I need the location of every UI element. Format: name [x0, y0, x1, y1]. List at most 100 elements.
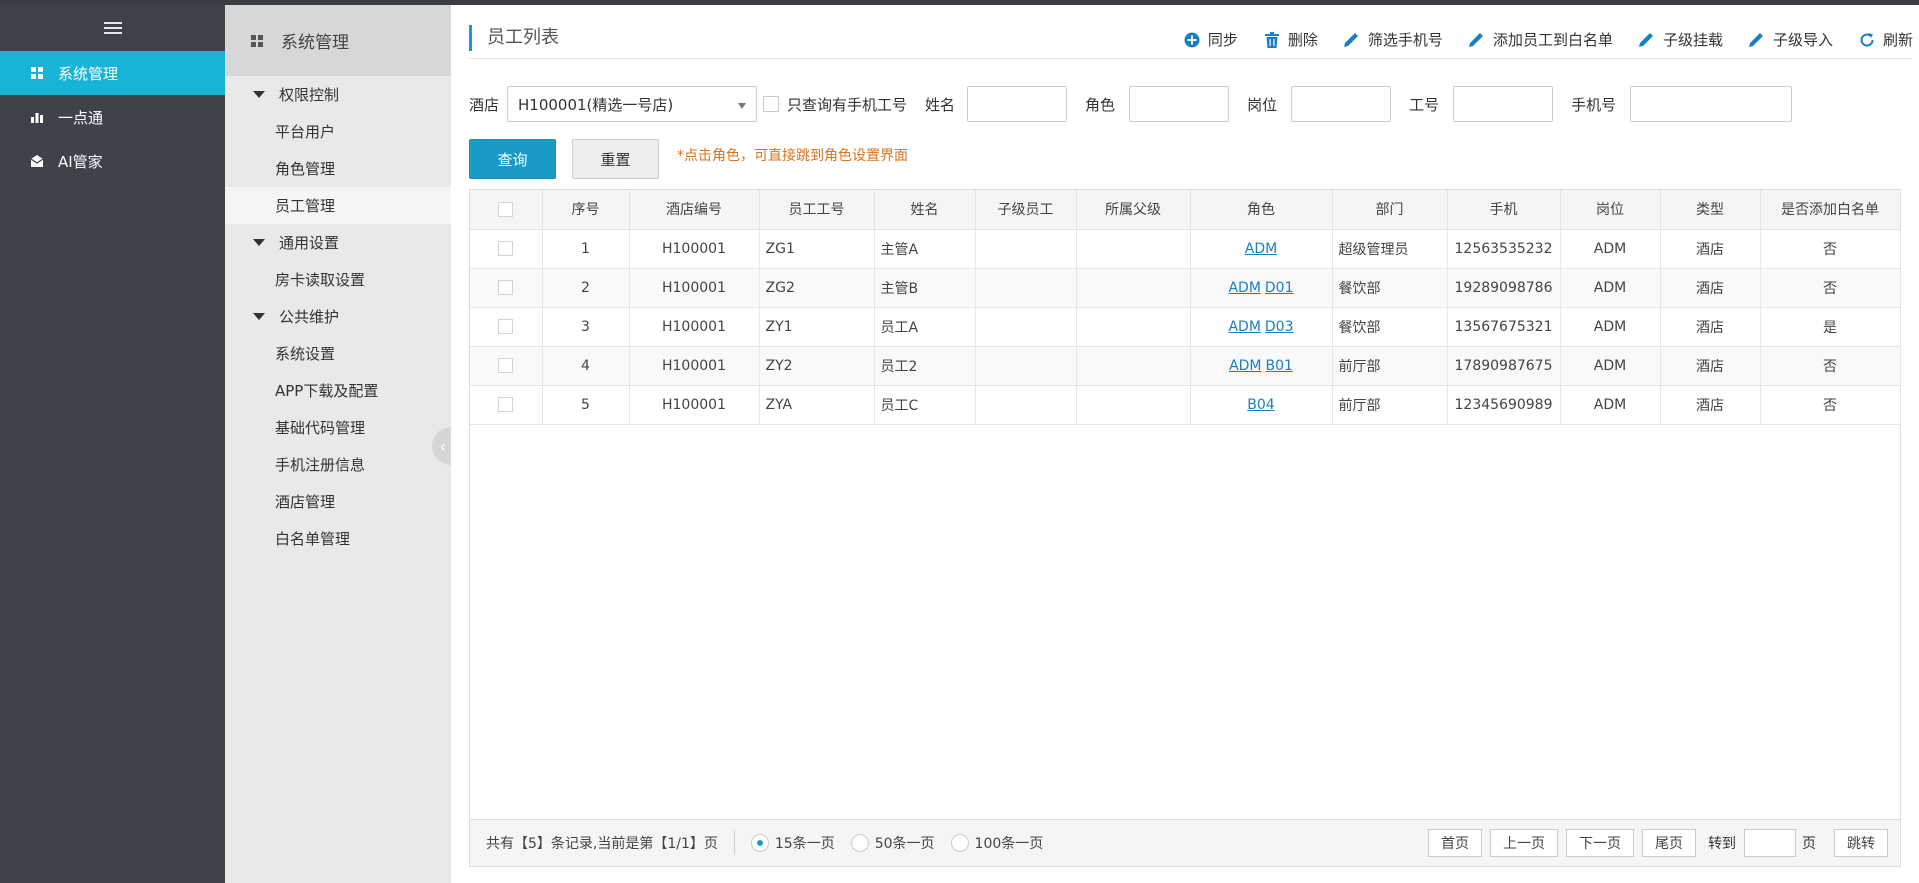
menu-toggle-button[interactable]	[0, 5, 225, 51]
grid-icon	[30, 66, 44, 80]
role-link[interactable]: B04	[1247, 397, 1274, 413]
sidebar-item-platform-users[interactable]: 平台用户	[225, 113, 451, 150]
group-general-settings[interactable]: 通用设置	[225, 224, 451, 261]
next-page-button[interactable]: 下一页	[1566, 829, 1634, 857]
column-header[interactable]: 手机	[1447, 190, 1561, 230]
cell-phone: 12345690989	[1447, 385, 1561, 425]
cell-phone: 12563535232	[1447, 229, 1561, 269]
group-permission[interactable]: 权限控制	[225, 76, 451, 113]
phone-label: 手机号	[1571, 95, 1617, 114]
sidebar-item-phone-registration[interactable]: 手机注册信息	[225, 446, 451, 483]
delete-button[interactable]: 删除	[1264, 29, 1318, 50]
hotel-select[interactable]: H100001(精选一号店)	[507, 86, 758, 122]
group-public-maintenance[interactable]: 公共维护	[225, 298, 451, 335]
sidebar-item-whitelist-management[interactable]: 白名单管理	[225, 520, 451, 557]
refresh-button[interactable]: 刷新	[1859, 29, 1913, 50]
add-to-whitelist-button[interactable]: 添加员工到白名单	[1469, 29, 1613, 50]
column-header[interactable]: 类型	[1660, 190, 1761, 230]
cell-dept: 超级管理员	[1332, 229, 1448, 269]
role-link[interactable]: ADM	[1228, 319, 1260, 335]
cell-dept: 餐饮部	[1332, 268, 1448, 308]
column-header[interactable]: 子级员工	[975, 190, 1077, 230]
row-select-cell	[470, 346, 543, 386]
column-header[interactable]: 岗位	[1560, 190, 1661, 230]
column-header[interactable]: 姓名	[874, 190, 976, 230]
role-link[interactable]: ADM	[1245, 241, 1277, 257]
cell-name: 员工C	[874, 385, 976, 425]
cell-type: 酒店	[1660, 307, 1761, 347]
page-size-label: 100条一页	[974, 836, 1044, 852]
empno-input[interactable]	[1453, 86, 1554, 122]
table-row[interactable]: 1 H100001 ZG1 主管A ADM 超级管理员 12563535232 …	[470, 229, 1901, 269]
role-link[interactable]: ADM	[1228, 280, 1260, 296]
row-checkbox[interactable]	[498, 319, 514, 334]
cell-type: 酒店	[1660, 229, 1761, 269]
column-header[interactable]: 部门	[1332, 190, 1448, 230]
sidebar-item-role-management[interactable]: 角色管理	[225, 150, 451, 187]
nav-item-yidiantong[interactable]: 一点通	[0, 95, 225, 139]
table-row[interactable]: 2 H100001 ZG2 主管B ADM D01 餐饮部 19289098786…	[470, 268, 1901, 308]
last-page-button[interactable]: 尾页	[1642, 829, 1696, 857]
cell-name: 主管A	[874, 229, 976, 269]
page-size-label: 15条一页	[774, 836, 835, 852]
role-link[interactable]: B01	[1266, 358, 1293, 374]
row-checkbox[interactable]	[498, 397, 514, 412]
cell-hotel: H100001	[629, 346, 760, 386]
name-input[interactable]	[967, 86, 1068, 122]
sidebar-item-roomcard-settings[interactable]: 房卡读取设置	[225, 261, 451, 298]
cell-parent	[1076, 346, 1191, 386]
sync-button[interactable]: 同步	[1184, 29, 1238, 50]
first-page-button[interactable]: 首页	[1428, 829, 1482, 857]
plus-circle-icon	[1184, 32, 1200, 48]
sidebar-item-base-codes[interactable]: 基础代码管理	[225, 409, 451, 446]
page-size-50-radio[interactable]: 50条一页	[850, 833, 935, 853]
role-link[interactable]: D03	[1265, 319, 1294, 335]
page-size-15-radio[interactable]: 15条一页	[750, 833, 835, 853]
role-link[interactable]: D01	[1265, 280, 1294, 296]
staff-table: 序号 酒店编号 员工工号 姓名 子级员工 所属父级 角色 部门 手机 岗位 类型…	[469, 189, 1901, 867]
table-row[interactable]: 4 H100001 ZY2 员工2 ADM B01 前厅部 17890987675…	[470, 346, 1901, 386]
page-size-100-radio[interactable]: 100条一页	[950, 833, 1044, 853]
column-header[interactable]: 序号	[542, 190, 630, 230]
only-phone-checkbox[interactable]	[763, 96, 780, 112]
row-checkbox[interactable]	[498, 241, 514, 256]
table-row[interactable]: 3 H100001 ZY1 员工A ADM D03 餐饮部 13567675321…	[470, 307, 1901, 347]
row-checkbox[interactable]	[498, 358, 514, 373]
reset-button[interactable]: 重置	[572, 139, 659, 179]
child-import-button[interactable]: 子级导入	[1749, 29, 1833, 50]
nav-item-system[interactable]: 系统管理	[0, 51, 225, 95]
role-link[interactable]: ADM	[1229, 358, 1261, 374]
radio-icon	[850, 834, 869, 852]
column-header[interactable]: 员工工号	[759, 190, 875, 230]
column-header[interactable]: 酒店编号	[629, 190, 760, 230]
column-header[interactable]: 是否添加白名单	[1760, 190, 1901, 230]
query-button[interactable]: 查询	[469, 139, 556, 179]
nav-item-ai-butler[interactable]: AI管家	[0, 139, 225, 183]
sidebar-item-system-settings[interactable]: 系统设置	[225, 335, 451, 372]
cell-post: ADM	[1560, 229, 1661, 269]
filter-phone-button[interactable]: 筛选手机号	[1344, 29, 1443, 50]
column-header[interactable]: 角色	[1190, 190, 1333, 230]
cell-no: 3	[542, 307, 630, 347]
column-header[interactable]: 所属父级	[1076, 190, 1191, 230]
main-content: 员工列表 同步 删除 筛选手机号 添加员工到白名单 子级挂载 子级导入 刷新 酒…	[451, 5, 1919, 883]
sidebar-item-hotel-management[interactable]: 酒店管理	[225, 483, 451, 520]
cell-whitelist: 是	[1760, 307, 1901, 347]
select-all-checkbox[interactable]	[498, 201, 514, 217]
child-mount-button[interactable]: 子级挂载	[1639, 29, 1723, 50]
table-row[interactable]: 5 H100001 ZYA 员工C B04 前厅部 12345690989 AD…	[470, 385, 1901, 425]
post-input[interactable]	[1291, 86, 1392, 122]
jump-button[interactable]: 跳转	[1834, 829, 1888, 857]
prev-page-button[interactable]: 上一页	[1490, 829, 1558, 857]
cell-post: ADM	[1560, 307, 1661, 347]
role-input[interactable]	[1129, 86, 1230, 122]
title-row: 员工列表 同步 删除 筛选手机号 添加员工到白名单 子级挂载 子级导入 刷新	[469, 21, 1913, 59]
sidebar-item-app-download[interactable]: APP下载及配置	[225, 372, 451, 409]
refresh-icon	[1859, 32, 1875, 48]
goto-page-input[interactable]	[1744, 829, 1796, 857]
filter-bar: 酒店 H100001(精选一号店) 只查询有手机工号 姓名 角色 岗位 工号 手…	[469, 84, 1810, 124]
phone-input[interactable]	[1630, 86, 1793, 122]
row-checkbox[interactable]	[498, 280, 514, 295]
sidebar-item-staff-management[interactable]: 员工管理	[225, 187, 451, 224]
page-unit-label: 页	[1802, 836, 1816, 852]
